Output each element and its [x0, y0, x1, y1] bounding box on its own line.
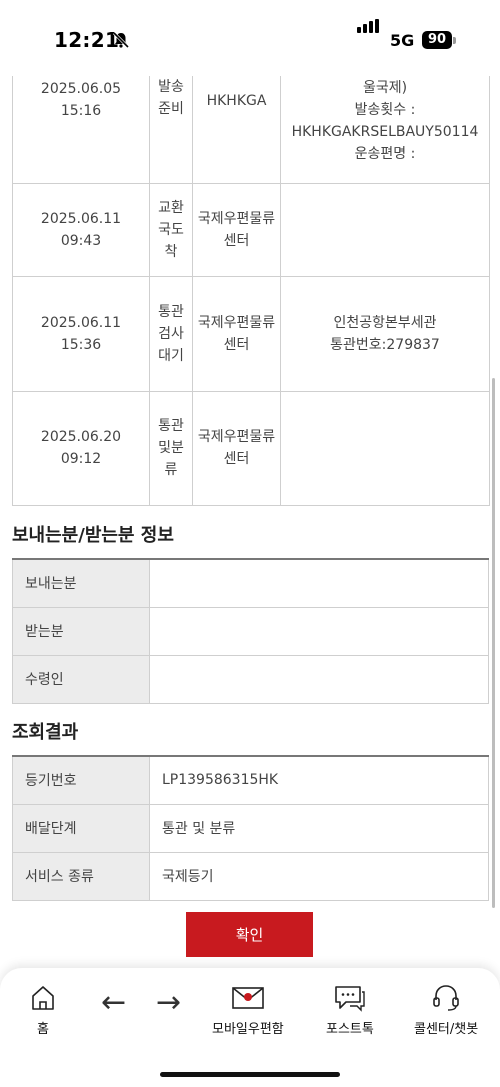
- nav-home-label: 홈: [37, 1022, 49, 1037]
- receiver-value: [149, 607, 489, 656]
- row-step: 교환국도착: [149, 182, 193, 277]
- sender-table: 보내는분 받는분 수령인: [12, 558, 489, 704]
- service-type-label: 서비스 종류: [12, 852, 150, 901]
- row-detail: 울국제) 발송횟수 : HKHKGAKRSELBAUY50114 운송편명 :: [280, 76, 490, 184]
- nav-call-center-label: 콜센터/챗봇: [414, 1022, 479, 1037]
- home-indicator: [160, 1072, 340, 1077]
- row-detail: 인천공항본부세관 통관번호:279837: [280, 275, 490, 392]
- table-row: 배달단계 통관 및 분류: [12, 804, 489, 853]
- nav-home[interactable]: 홈: [30, 982, 56, 1037]
- bottom-nav: 홈 ← → 모바일우편함 포스트톡 콜센터/챗봇: [0, 968, 500, 1087]
- row-location: 국제우편물류센터: [192, 275, 281, 392]
- row-date: 2025.06.05 15:16: [12, 76, 150, 184]
- back-arrow-icon[interactable]: ←: [101, 988, 126, 1018]
- row-date: 2025.06.11 15:36: [12, 275, 150, 392]
- table-row: 2025.06.11 15:36 통관검사대기 국제우편물류센터 인천공항본부세…: [12, 275, 490, 392]
- sender-section-title: 보내는분/받는분 정보: [12, 525, 174, 546]
- row-location: 국제우편물류센터: [192, 182, 281, 277]
- nav-call-center[interactable]: 콜센터/챗봇: [414, 982, 478, 1037]
- table-row: 서비스 종류 국제등기: [12, 852, 489, 901]
- tracking-table: 2025.06.05 15:16 발송준비 HKHKGA 울국제) 발송횟수 :…: [12, 76, 490, 506]
- table-row: 받는분: [12, 607, 489, 656]
- forward-arrow-icon[interactable]: →: [156, 988, 181, 1018]
- chat-icon: [335, 986, 365, 1012]
- nav-post-talk-label: 포스트톡: [326, 1022, 374, 1037]
- delivery-stage-label: 배달단계: [12, 804, 150, 853]
- table-row: 보내는분: [12, 559, 489, 608]
- scrollbar[interactable]: [492, 378, 495, 908]
- mail-icon: [232, 987, 264, 1009]
- table-row: 2025.06.20 09:12 통관및분류 국제우편물류센터: [12, 390, 490, 506]
- delivery-stage-value: 통관 및 분류: [149, 804, 489, 853]
- table-row: 2025.06.11 09:43 교환국도착 국제우편물류센터: [12, 182, 490, 277]
- registration-number-label: 등기번호: [12, 756, 150, 805]
- receiver-label: 받는분: [12, 607, 150, 656]
- row-detail: [280, 390, 490, 506]
- sender-label: 보내는분: [12, 559, 150, 608]
- nav-post-talk[interactable]: 포스트톡: [326, 982, 374, 1037]
- service-type-value: 국제등기: [149, 852, 489, 901]
- row-step: 발송준비: [149, 76, 193, 184]
- recipient-label: 수령인: [12, 655, 150, 704]
- table-row: 수령인: [12, 655, 489, 704]
- recipient-value: [149, 655, 489, 704]
- table-row: 등기번호 LP139586315HK: [12, 756, 489, 805]
- home-icon: [32, 986, 54, 1010]
- row-date: 2025.06.11 09:43: [12, 182, 150, 277]
- bell-off-icon: [112, 31, 130, 49]
- headset-icon: [433, 985, 459, 1011]
- row-date: 2025.06.20 09:12: [12, 390, 150, 506]
- row-location: 국제우편물류센터: [192, 390, 281, 506]
- row-step: 통관및분류: [149, 390, 193, 506]
- row-location: HKHKGA: [192, 76, 281, 184]
- nav-mobile-post[interactable]: 모바일우편함: [212, 982, 284, 1037]
- registration-number-value: LP139586315HK: [149, 756, 489, 805]
- nav-mobile-post-label: 모바일우편함: [212, 1022, 284, 1037]
- network-label: 5G: [390, 31, 415, 50]
- row-step: 통관검사대기: [149, 275, 193, 392]
- status-bar: 12:21 5G 90: [0, 0, 500, 76]
- battery-icon: 90: [422, 31, 452, 49]
- sender-value: [149, 559, 489, 608]
- battery-cap: [453, 37, 456, 44]
- table-row: 2025.06.05 15:16 발송준비 HKHKGA 울국제) 발송횟수 :…: [12, 76, 490, 184]
- result-section-title: 조회결과: [12, 722, 79, 743]
- confirm-button[interactable]: 확인: [186, 912, 313, 957]
- result-table: 등기번호 LP139586315HK 배달단계 통관 및 분류 서비스 종류 국…: [12, 755, 489, 901]
- status-time: 12:21: [54, 28, 120, 52]
- row-detail: [280, 182, 490, 277]
